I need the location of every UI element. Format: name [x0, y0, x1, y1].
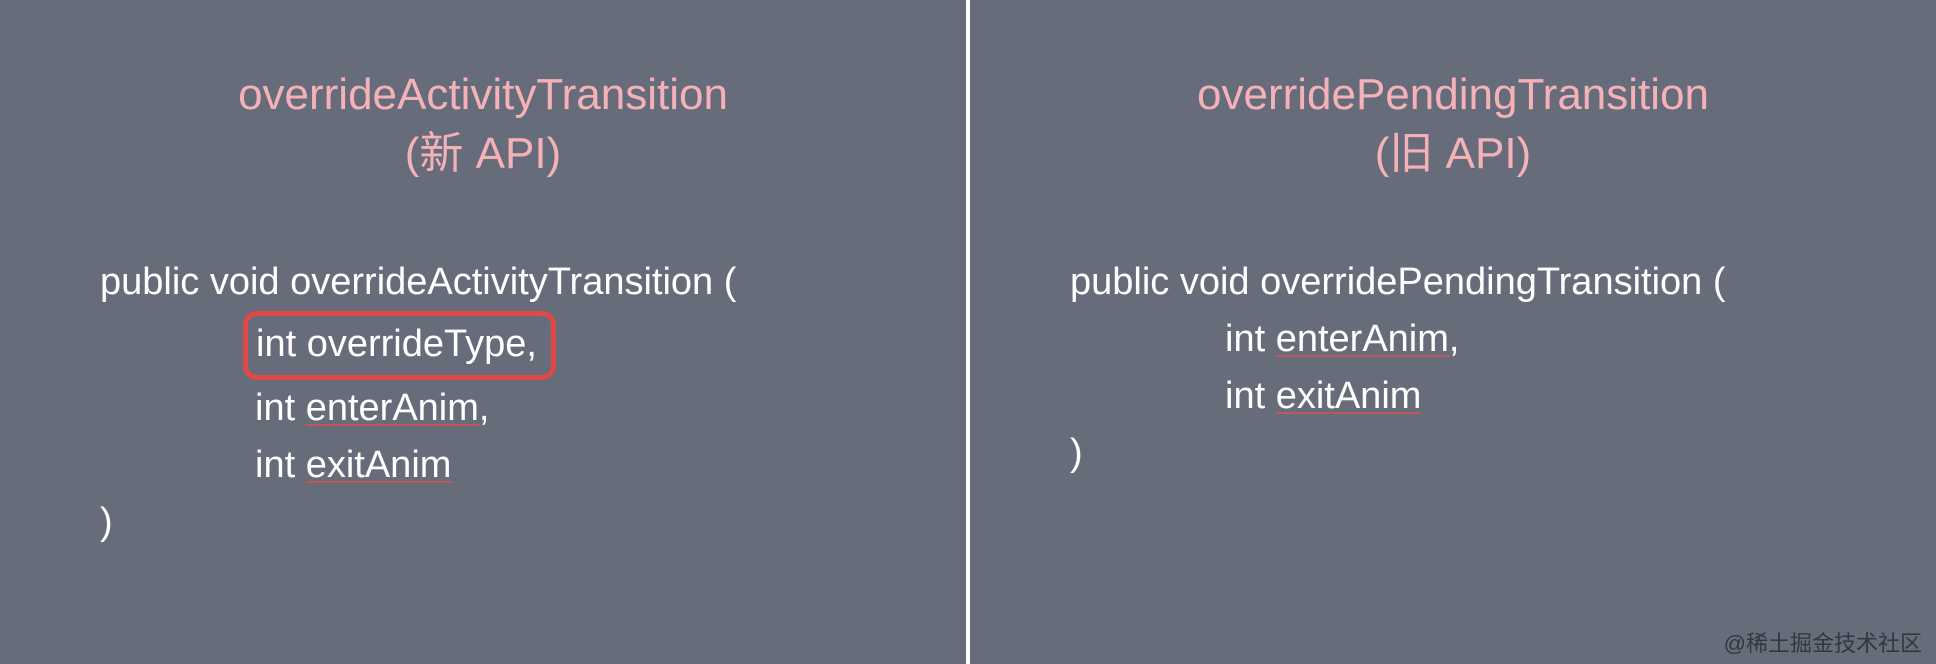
watermark: @稀土掘金技术社区	[1724, 626, 1922, 658]
left-param1-row: int overrideType,	[100, 311, 886, 380]
left-param2-row: int enterAnim,	[100, 380, 886, 437]
left-sig-close: )	[100, 494, 886, 551]
left-param2-underlined: enterAnim	[306, 387, 479, 429]
right-sig-close: )	[1070, 425, 1856, 482]
left-title-line1: overrideActivityTransition	[238, 70, 728, 119]
left-param3-underlined: exitAnim	[306, 444, 452, 486]
left-sig-open: public void overrideActivityTransition (	[100, 254, 886, 311]
left-title: overrideActivityTransition (新 API)	[238, 65, 728, 184]
right-title-line2: (旧 API)	[1375, 129, 1531, 178]
right-param1-prefix: int	[1225, 318, 1276, 360]
right-code-block: public void overridePendingTransition ( …	[1050, 254, 1856, 482]
right-param1-underlined: enterAnim	[1276, 318, 1449, 360]
left-code-block: public void overrideActivityTransition (…	[80, 254, 886, 551]
left-panel: overrideActivityTransition (新 API) publi…	[0, 0, 966, 664]
comparison-container: overrideActivityTransition (新 API) publi…	[0, 0, 1936, 664]
left-param3-prefix: int	[255, 444, 306, 486]
right-panel: overridePendingTransition (旧 API) public…	[970, 0, 1936, 664]
right-title: overridePendingTransition (旧 API)	[1197, 65, 1709, 184]
left-param2-suffix: ,	[479, 387, 490, 429]
right-param1-suffix: ,	[1449, 318, 1460, 360]
highlight-box: int overrideType,	[243, 311, 556, 380]
left-param3-row: int exitAnim	[100, 437, 886, 494]
right-param1-row: int enterAnim,	[1070, 311, 1856, 368]
left-title-line2: (新 API)	[405, 129, 561, 178]
right-title-line1: overridePendingTransition	[1197, 70, 1709, 119]
right-sig-open: public void overridePendingTransition (	[1070, 254, 1856, 311]
right-param2-underlined: exitAnim	[1276, 375, 1422, 417]
right-param2-row: int exitAnim	[1070, 368, 1856, 425]
left-param2-prefix: int	[255, 387, 306, 429]
right-param2-prefix: int	[1225, 375, 1276, 417]
